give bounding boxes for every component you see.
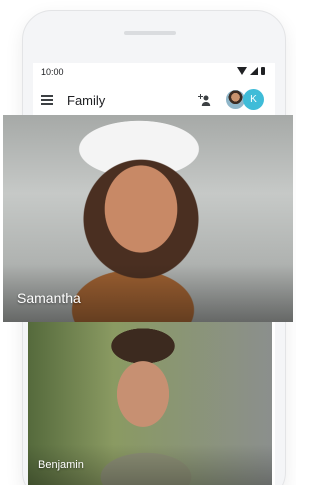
battery-icon xyxy=(261,67,265,75)
phone-speaker xyxy=(124,31,176,35)
cell-signal-icon xyxy=(250,67,258,75)
photo-card-samantha[interactable]: Samantha xyxy=(3,115,293,322)
status-bar: 10:00 xyxy=(33,63,275,81)
menu-icon[interactable] xyxy=(41,95,53,105)
family-member-letter-avatar[interactable]: K xyxy=(243,89,264,110)
app-bar: Family K xyxy=(33,85,275,115)
card-name-label: Benjamin xyxy=(38,459,84,471)
app-screenshot: 10:00 Family K Samantha Benjamin xyxy=(0,0,296,485)
status-icons xyxy=(237,67,265,75)
card-name-label: Samantha xyxy=(17,290,81,306)
page-title: Family xyxy=(67,93,106,108)
status-time: 10:00 xyxy=(41,67,64,77)
photo-card-benjamin[interactable]: Benjamin xyxy=(28,322,272,485)
add-person-icon[interactable] xyxy=(196,93,212,107)
wifi-icon xyxy=(237,67,247,75)
